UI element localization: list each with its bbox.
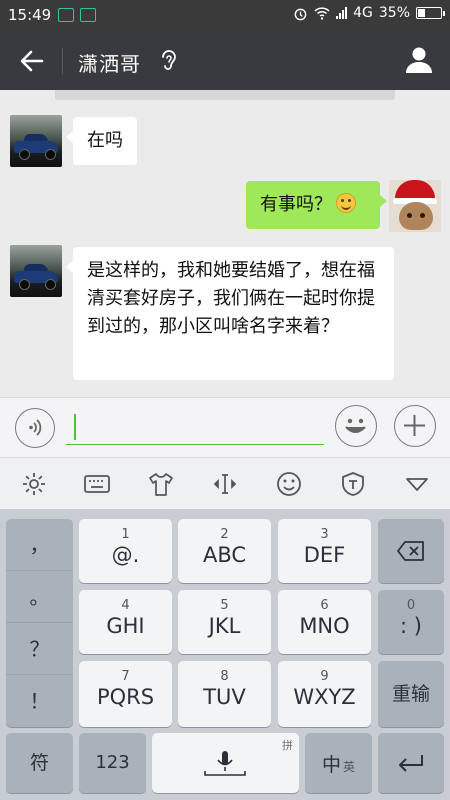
notification-icon [58,8,74,22]
avatar[interactable] [10,245,62,297]
plus-icon [404,415,425,436]
emoji-icon [345,418,366,433]
voice-input-button[interactable] [15,408,55,448]
punct-key[interactable]: ， [6,519,73,571]
key-label: TUV [203,685,246,709]
language-switch-key[interactable]: 中英 [305,733,372,793]
header-divider [62,48,63,74]
pinyin-hint: 拼 [282,739,293,752]
key-number: 9 [320,669,329,684]
cursor-move-icon[interactable] [211,470,239,498]
key-number: 0 [406,598,416,613]
key-number: 3 [320,527,329,542]
enter-arrow-icon [399,755,423,772]
key-label: @. [111,543,140,567]
enter-key[interactable] [378,733,444,793]
key-5[interactable]: 5 JKL [178,590,271,654]
key-1[interactable]: 1 @. [79,519,172,583]
battery-percent: 35% [378,5,410,21]
key-9[interactable]: 9 WXYZ [278,661,371,727]
avatar[interactable] [10,115,62,167]
key-number: 7 [121,669,130,684]
key-label: PQRS [96,685,155,709]
signal-icon [336,7,348,19]
key-label: JKL [208,614,241,638]
key-number: 4 [121,598,130,613]
key-4[interactable]: 4 GHI [79,590,172,654]
key-label: MNO [299,614,350,638]
key-2[interactable]: 2 ABC [178,519,271,583]
earpiece-mode-icon [162,50,176,70]
key-label: : ) [400,614,422,638]
contact-profile-icon[interactable] [404,45,434,75]
avatar[interactable] [389,180,441,232]
message-bubble[interactable]: 在吗 [66,117,137,165]
notification-icon [80,8,96,22]
key-label: ABC [202,543,247,567]
key-number: 1 [121,527,130,542]
backspace-key[interactable] [378,519,444,583]
keyboard-toolbar [0,457,450,509]
wifi-icon [314,7,330,20]
key-number: 2 [220,527,229,542]
status-bar: 15:49 4G 35% [0,0,450,32]
key-number: 6 [320,598,329,613]
shield-t-icon[interactable] [339,470,367,498]
status-right: 4G 35% [293,5,445,21]
collapse-keyboard-icon[interactable] [403,470,431,498]
key-6[interactable]: 6 MNO [278,590,371,654]
message-text: 在吗 [87,130,123,151]
lang-main: 中 [322,754,342,776]
input-bar [0,397,450,457]
more-button[interactable] [394,405,436,447]
status-time: 15:49 [8,6,52,24]
key-8[interactable]: 8 TUV [178,661,271,727]
number-key[interactable]: 123 [79,733,146,793]
keyboard-icon[interactable] [83,470,111,498]
battery-icon [416,7,445,19]
message-list[interactable]: 在吗 有事吗？ 是这样的，我和她要结婚了，想在福清买套好房子，我们俩在一起时你提… [0,90,450,397]
lang-sub: 英 [343,760,356,774]
alarm-icon [294,8,307,20]
symbol-key[interactable]: 符 [6,733,73,793]
network-type: 4G [353,5,373,21]
settings-gear-icon[interactable] [20,470,48,498]
punctuation-column[interactable]: ， 。 ？ ！ [6,519,73,727]
key-0[interactable]: 0 : ) [378,590,444,654]
punct-key[interactable]: ？ [6,623,73,675]
retype-key[interactable]: 重输 [378,661,444,727]
t9-keyboard: ， 。 ？ ！ 1 @. 2 ABC 3 DEF 4 GHI 5 JKL 6 M… [0,509,450,800]
message-bubble[interactable]: 是这样的，我和她要结婚了，想在福清买套好房子，我们俩在一起时你提到过的，那小区叫… [66,247,394,380]
back-arrow-icon[interactable] [18,47,46,75]
message-text: 有事吗？ [260,194,332,215]
message-input[interactable] [66,412,324,445]
microphone-icon [204,751,246,776]
chat-header: 潇洒哥 [0,32,450,90]
key-7[interactable]: 7 PQRS [79,661,172,727]
key-label: DEF [303,543,346,567]
punct-key[interactable]: ！ [6,675,73,727]
message-text: 是这样的，我和她要结婚了，想在福清买套好房子，我们俩在一起时你提到过的，那小区叫… [87,260,375,337]
key-number: 8 [220,669,229,684]
emoji-face-icon[interactable] [275,470,303,498]
skin-shirt-icon[interactable] [147,470,175,498]
key-3[interactable]: 3 DEF [278,519,371,583]
smile-emoji-icon [336,193,356,213]
key-label: WXYZ [293,685,356,709]
chat-title: 潇洒哥 [78,52,141,76]
key-number: 5 [220,598,229,613]
backspace-icon [397,541,424,561]
message-bubble[interactable]: 有事吗？ [246,181,387,229]
timestamp-band [55,90,395,100]
space-key[interactable]: 拼 [152,733,299,793]
emoji-button[interactable] [335,405,377,447]
punct-key[interactable]: 。 [6,571,73,623]
key-label: GHI [106,614,145,638]
voice-icon [29,419,42,436]
